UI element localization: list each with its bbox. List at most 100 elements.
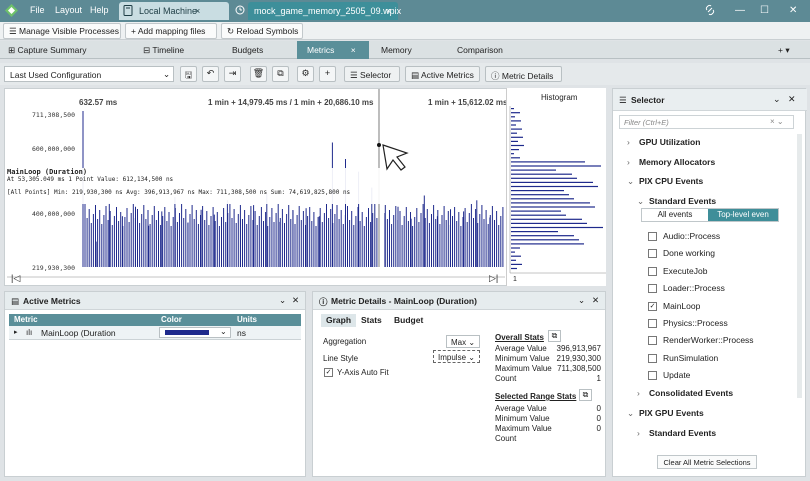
link-icon[interactable] bbox=[704, 4, 716, 18]
event-label[interactable]: Done working bbox=[663, 248, 715, 258]
chevron-down-icon[interactable]: ⌄ bbox=[279, 295, 286, 306]
tab-timeline[interactable]: ⊟ Timeline bbox=[143, 41, 203, 59]
tree-item[interactable]: GPU Utilization bbox=[639, 137, 700, 147]
color-select[interactable]: ⌄ bbox=[159, 327, 231, 338]
top-level-events-option[interactable]: Top-level even bbox=[708, 209, 778, 221]
event-label[interactable]: Audio::Process bbox=[663, 231, 720, 241]
event-checkbox[interactable] bbox=[648, 319, 657, 328]
event-checkbox[interactable] bbox=[648, 249, 657, 259]
tab-local-machine[interactable]: Local Machine × bbox=[119, 2, 229, 20]
event-label[interactable]: RenderWorker::Process bbox=[663, 335, 754, 345]
tab-capture-summary[interactable]: ⊞ Capture Summary bbox=[8, 41, 100, 59]
tab-metrics[interactable]: Metrics × bbox=[297, 41, 369, 59]
tab-capture-close-icon[interactable]: × bbox=[386, 6, 391, 16]
save-icon[interactable]: 🖫 bbox=[180, 66, 197, 82]
reload-symbols-button[interactable]: ↻ Reload Symbols bbox=[221, 23, 303, 39]
graph-nav-left[interactable]: |◁ bbox=[11, 273, 20, 284]
column-units[interactable]: Units bbox=[237, 315, 257, 324]
line-style-select[interactable]: Impulse ⌄ bbox=[433, 350, 480, 363]
add-tab-button[interactable]: + ▾ bbox=[778, 41, 808, 59]
tree-expand-icon[interactable]: › bbox=[627, 137, 630, 147]
aggregation-select[interactable]: Max ⌄ bbox=[446, 335, 480, 348]
event-checkbox[interactable] bbox=[648, 266, 657, 276]
tab-stats[interactable]: Stats bbox=[356, 314, 387, 327]
column-metric[interactable]: Metric bbox=[14, 315, 38, 324]
active-metrics-toggle-button[interactable]: ▤ Active Metrics bbox=[405, 66, 480, 82]
tab-graph[interactable]: Graph bbox=[321, 314, 357, 327]
event-checkbox[interactable]: ✓ bbox=[648, 301, 657, 311]
event-label[interactable]: Update bbox=[663, 370, 690, 380]
all-events-option[interactable]: All events bbox=[642, 209, 708, 221]
manage-visible-processes-button[interactable]: ☰ Manage Visible Processes bbox=[3, 23, 121, 39]
tree-item[interactable]: Consolidated Events bbox=[649, 388, 733, 398]
tree-item[interactable]: PIX GPU Events bbox=[639, 408, 704, 418]
delete-icon[interactable]: 🗑 bbox=[250, 66, 267, 82]
tab-memory[interactable]: Memory bbox=[381, 41, 426, 59]
close-icon[interactable]: ✕ bbox=[292, 295, 299, 306]
copy-icon[interactable]: ⧉ bbox=[548, 330, 561, 342]
list-icon: ☰ bbox=[350, 70, 360, 80]
metric-details-toggle-button[interactable]: ⓘ Metric Details bbox=[485, 66, 562, 82]
graph-nav-right[interactable]: ▷| bbox=[489, 273, 498, 284]
menu-file[interactable]: File bbox=[30, 5, 45, 15]
event-checkbox[interactable] bbox=[648, 284, 657, 294]
column-color[interactable]: Color bbox=[161, 315, 182, 324]
close-icon[interactable]: ✕ bbox=[788, 94, 796, 105]
menu-help[interactable]: Help bbox=[90, 5, 109, 15]
tree-expand-icon[interactable]: ⌄ bbox=[637, 196, 644, 207]
event-label[interactable]: Physics::Process bbox=[663, 318, 728, 328]
chevron-down-icon[interactable]: ⌄ bbox=[773, 94, 781, 105]
add-icon[interactable]: + bbox=[319, 66, 336, 82]
tab-comparison[interactable]: Comparison bbox=[457, 41, 517, 59]
event-checkbox[interactable] bbox=[648, 353, 657, 363]
event-checkbox[interactable] bbox=[648, 232, 657, 241]
table-row[interactable]: ▸ ılı MainLoop (Duration ⌄ ns bbox=[9, 326, 301, 340]
tab-capture-document[interactable]: mock_game_memory_2505_09.wpix × bbox=[248, 2, 401, 20]
tab-budgets[interactable]: Budgets bbox=[232, 41, 282, 59]
event-checkbox[interactable] bbox=[648, 371, 657, 381]
copy-icon[interactable]: ⧉ bbox=[579, 389, 592, 401]
close-button[interactable]: ✕ bbox=[789, 5, 797, 16]
tree-item[interactable]: Standard Events bbox=[649, 196, 716, 206]
selector-toggle-button[interactable]: ☰ Selector bbox=[344, 66, 400, 82]
tab-budget[interactable]: Budget bbox=[389, 314, 428, 327]
tree-expand-icon[interactable]: ⌄ bbox=[627, 176, 634, 187]
toolbar: ☰ Manage Visible Processes + Add mapping… bbox=[0, 22, 810, 40]
filter-options-icon[interactable]: × ⌄ bbox=[770, 117, 784, 126]
y-axis-fit-checkbox[interactable]: ✓ bbox=[324, 368, 333, 377]
chevron-down-icon[interactable]: ⌄ bbox=[578, 295, 585, 306]
tree-expand-icon[interactable]: › bbox=[637, 428, 640, 438]
tree-item[interactable]: Memory Allocators bbox=[639, 157, 715, 167]
event-label[interactable]: ExecuteJob bbox=[663, 266, 707, 276]
menu-layout[interactable]: Layout bbox=[55, 5, 82, 15]
clear-all-selections-button[interactable]: Clear All Metric Selections bbox=[657, 455, 757, 469]
tab-metrics-close-icon[interactable]: × bbox=[351, 45, 356, 55]
computer-icon bbox=[123, 5, 133, 18]
tab-local-close-icon[interactable]: × bbox=[195, 6, 200, 16]
histogram-bar bbox=[511, 263, 522, 265]
tree-item[interactable]: Standard Events bbox=[649, 428, 716, 438]
graph-tooltip: MainLoop (Duration) At 53,305.049 ms 1 P… bbox=[7, 168, 387, 204]
tree-expand-icon[interactable]: ⌄ bbox=[627, 408, 634, 419]
undo-icon[interactable]: ↶ bbox=[202, 66, 219, 82]
maximize-button[interactable]: ☐ bbox=[760, 5, 769, 16]
event-label[interactable]: RunSimulation bbox=[663, 353, 718, 363]
tree-expand-icon[interactable]: › bbox=[637, 388, 640, 398]
event-label[interactable]: Loader::Process bbox=[663, 283, 725, 293]
minimize-button[interactable]: — bbox=[735, 5, 745, 16]
close-icon[interactable]: ✕ bbox=[592, 295, 599, 306]
tree-item[interactable]: PIX CPU Events bbox=[639, 176, 703, 186]
settings-icon[interactable]: ⚙ bbox=[297, 66, 314, 82]
expand-icon[interactable]: ▸ bbox=[14, 328, 18, 336]
configuration-select[interactable]: Last Used Configuration ⌄ bbox=[4, 66, 174, 82]
selector-filter-input[interactable]: Filter (Ctrl+E) × ⌄ bbox=[619, 115, 794, 129]
tree-expand-icon[interactable]: › bbox=[627, 157, 630, 167]
selector-scrollbar[interactable] bbox=[797, 134, 802, 398]
add-mapping-files-button[interactable]: + Add mapping files bbox=[125, 23, 217, 39]
event-checkbox[interactable] bbox=[648, 336, 657, 346]
metric-details-header: ⓘ Metric Details - MainLoop (Duration) ⌄… bbox=[313, 292, 605, 310]
histogram-bar bbox=[511, 214, 566, 216]
event-label[interactable]: MainLoop bbox=[663, 301, 700, 311]
export-icon[interactable]: ⇥ bbox=[224, 66, 241, 82]
copy-icon[interactable]: ⧉ bbox=[272, 66, 289, 82]
